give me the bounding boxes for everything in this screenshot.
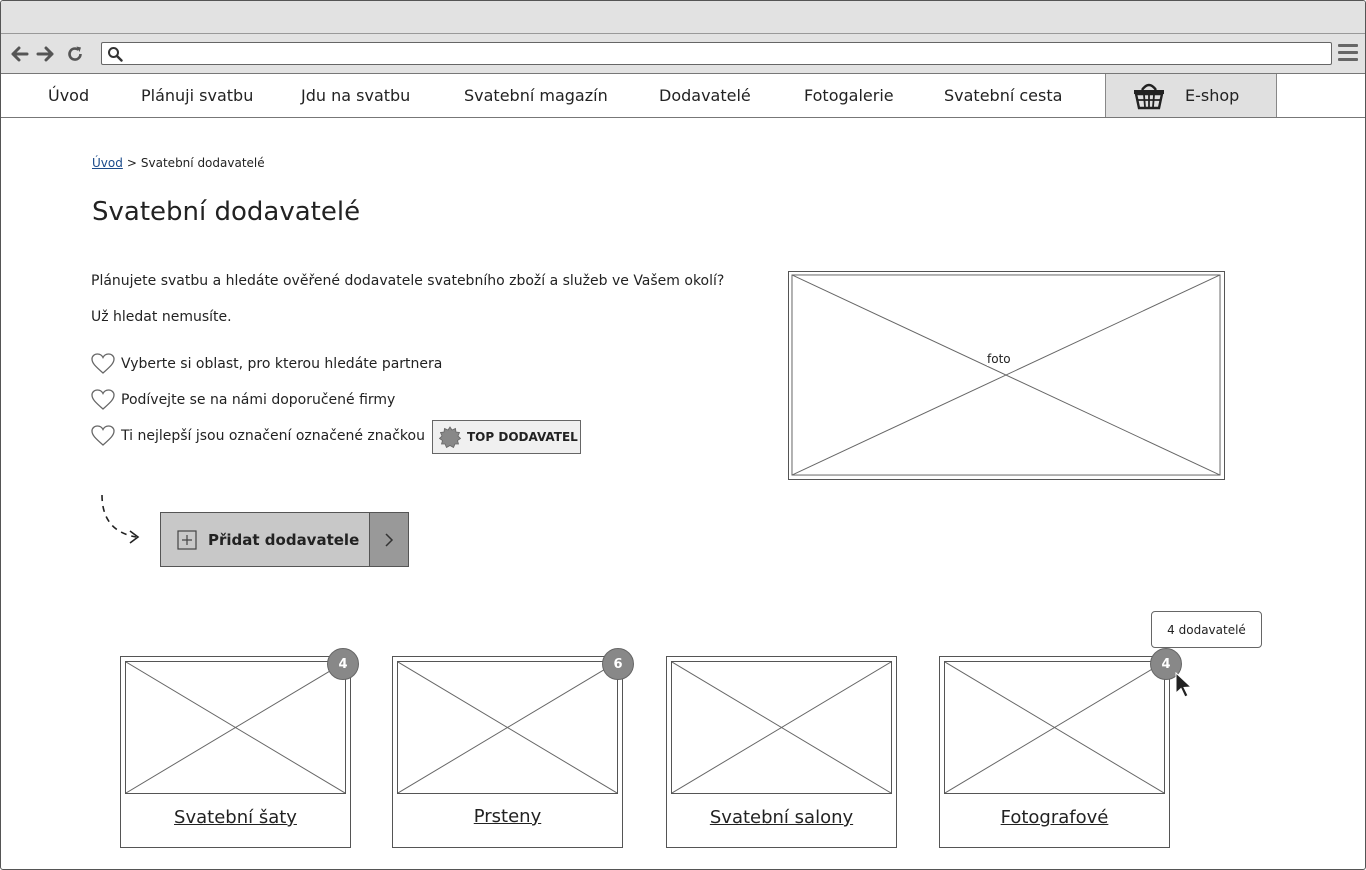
- dashed-arrow-icon: [101, 494, 140, 544]
- add-supplier-button[interactable]: Přidat dodavatele: [160, 512, 409, 567]
- breadcrumb-home-link[interactable]: Úvod: [92, 156, 123, 170]
- browser-titlebar: [1, 1, 1365, 34]
- bullet-item: Ti nejlepší jsou označení označené značk…: [91, 424, 425, 448]
- heart-icon: [91, 389, 115, 410]
- heart-icon: [91, 353, 115, 374]
- top-badge-label: TOP DODAVATEL: [467, 430, 578, 444]
- url-bar[interactable]: [101, 42, 1332, 65]
- page-title: Svatební dodavatelé: [92, 197, 361, 227]
- category-card-fotografove[interactable]: Fotografové: [939, 656, 1170, 848]
- image-placeholder-icon: [398, 662, 617, 793]
- nav-item-svatebni-cesta[interactable]: Svatební cesta: [944, 74, 1062, 117]
- card-label[interactable]: Svatební salony: [667, 807, 896, 828]
- bullet-text: Ti nejlepší jsou označení označené značk…: [121, 428, 425, 444]
- card-image-placeholder: [397, 661, 618, 794]
- bullet-text: Vyberte si oblast, pro kterou hledáte pa…: [121, 356, 443, 372]
- photo-label: foto: [987, 352, 1011, 366]
- category-card-prsteny[interactable]: Prsteny: [392, 656, 623, 848]
- intro-subtext: Už hledat nemusíte.: [91, 309, 232, 325]
- nav-item-planuji-svatbu[interactable]: Plánuji svatbu: [141, 74, 253, 117]
- image-placeholder-icon: [945, 662, 1164, 793]
- nav-item-fotogalerie[interactable]: Fotogalerie: [804, 74, 894, 117]
- seal-icon: [439, 426, 461, 448]
- site-navigation: Úvod Plánuji svatbu Jdu na svatbu Svateb…: [1, 74, 1365, 118]
- heart-icon: [91, 425, 115, 446]
- nav-item-jdu-na-svatbu[interactable]: Jdu na svatbu: [301, 74, 410, 117]
- hamburger-menu-icon[interactable]: [1338, 44, 1358, 64]
- bullet-item: Vyberte si oblast, pro kterou hledáte pa…: [91, 352, 442, 376]
- hero-photo-placeholder: foto: [788, 271, 1225, 480]
- chevron-right-icon: [385, 532, 394, 547]
- category-card-svatebni-saty[interactable]: Svatební šaty: [120, 656, 351, 848]
- nav-item-eshop[interactable]: E-shop: [1105, 74, 1277, 117]
- card-image-placeholder: [671, 661, 892, 794]
- browser-toolbar: [1, 34, 1365, 74]
- add-supplier-arrow[interactable]: [369, 513, 408, 566]
- back-button[interactable]: [9, 43, 31, 65]
- top-dodavatel-badge: TOP DODAVATEL: [432, 420, 581, 454]
- search-icon: [108, 47, 123, 62]
- forward-arrow-icon: [36, 46, 54, 62]
- bullet-text: Podívejte se na námi doporučené firmy: [121, 392, 396, 408]
- mouse-cursor-icon: [1175, 672, 1193, 698]
- image-placeholder-icon: [672, 662, 891, 793]
- card-image-placeholder: [944, 661, 1165, 794]
- basket-icon: [1134, 83, 1164, 110]
- nav-item-dodavatele[interactable]: Dodavatelé: [659, 74, 751, 117]
- nav-item-svatebni-magazin[interactable]: Svatební magazín: [464, 74, 608, 117]
- count-badge: 4: [327, 648, 359, 680]
- card-label[interactable]: Fotografové: [940, 807, 1169, 828]
- back-arrow-icon: [11, 46, 29, 62]
- add-supplier-main[interactable]: Přidat dodavatele: [161, 513, 369, 566]
- breadcrumb-separator: >: [126, 156, 137, 170]
- supplier-count-tooltip: 4 dodavatelé: [1151, 611, 1262, 648]
- category-card-svatebni-salony[interactable]: Svatební salony: [666, 656, 897, 848]
- card-label[interactable]: Prsteny: [393, 806, 622, 827]
- bullet-item: Podívejte se na námi doporučené firmy: [91, 388, 395, 412]
- reload-button[interactable]: [64, 43, 86, 65]
- nav-item-uvod[interactable]: Úvod: [48, 74, 89, 117]
- plus-square-icon: [177, 529, 197, 550]
- url-input[interactable]: [128, 44, 1323, 63]
- browser-window: Úvod Plánuji svatbu Jdu na svatbu Svateb…: [0, 0, 1366, 870]
- count-badge: 6: [602, 648, 634, 680]
- image-placeholder-icon: [126, 662, 345, 793]
- breadcrumb: Úvod > Svatební dodavatelé: [92, 156, 265, 170]
- add-supplier-label: Přidat dodavatele: [208, 530, 360, 549]
- eshop-label: E-shop: [1185, 86, 1240, 105]
- image-placeholder-icon: [791, 274, 1221, 476]
- card-label[interactable]: Svatební šaty: [121, 807, 350, 828]
- intro-text: Plánujete svatbu a hledáte ověřené dodav…: [91, 273, 725, 289]
- forward-button[interactable]: [34, 43, 56, 65]
- card-image-placeholder: [125, 661, 346, 794]
- reload-icon: [68, 46, 82, 61]
- breadcrumb-current: Svatební dodavatelé: [140, 156, 265, 170]
